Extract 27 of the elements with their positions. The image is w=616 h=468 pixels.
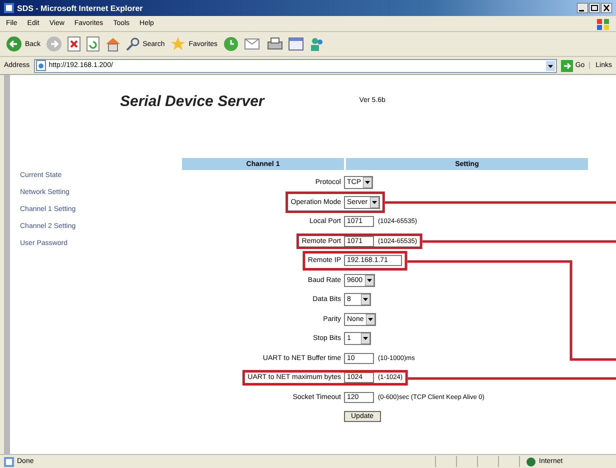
page-done-icon (4, 456, 14, 466)
browser-icon (4, 3, 14, 13)
dropdown-arrow-icon (363, 177, 372, 188)
star-icon (170, 36, 186, 52)
close-icon[interactable] (601, 3, 612, 13)
page-icon (36, 60, 46, 71)
home-icon[interactable] (104, 36, 121, 52)
windows-logo-icon (596, 16, 610, 30)
page-heading: Serial Device Server (120, 93, 264, 110)
window-title: SDS - Microsoft Internet Explorer (17, 4, 143, 12)
people-icon[interactable] (308, 36, 325, 52)
globe-icon (526, 456, 536, 466)
minimize-icon[interactable] (577, 3, 588, 13)
edit-page-icon[interactable] (288, 36, 304, 52)
dropdown-arrow-icon (364, 274, 374, 286)
dropdown-arrow-icon (366, 314, 375, 325)
print-icon[interactable] (266, 36, 283, 52)
maximize-icon[interactable] (589, 3, 600, 13)
refresh-icon[interactable] (86, 36, 100, 52)
stop-icon[interactable] (66, 36, 81, 52)
dropdown-arrow-icon (361, 294, 370, 306)
mail-icon[interactable] (244, 36, 262, 52)
dropdown-arrow-icon (370, 196, 379, 208)
search-icon (126, 37, 140, 51)
dropdown-arrow-icon (361, 333, 370, 344)
history-icon[interactable] (222, 36, 239, 52)
go-arrow-icon (561, 60, 574, 72)
